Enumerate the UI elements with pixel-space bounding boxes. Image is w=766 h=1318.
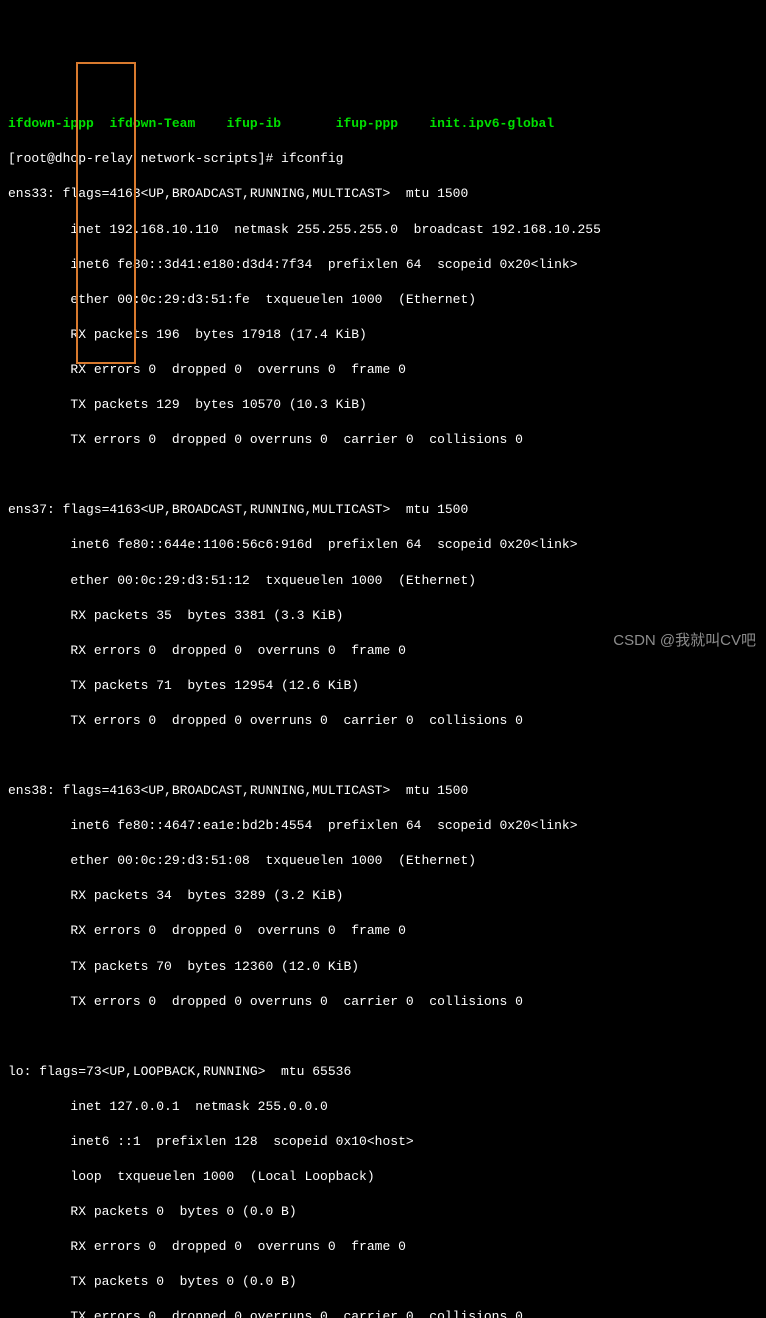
lo-tx-errors: TX errors 0 dropped 0 overruns 0 carrier… — [8, 1308, 758, 1318]
lo-header: lo: flags=73<UP,LOOPBACK,RUNNING> mtu 65… — [8, 1063, 758, 1081]
lo-rx-packets: RX packets 0 bytes 0 (0.0 B) — [8, 1203, 758, 1221]
ens37-tx-packets: TX packets 71 bytes 12954 (12.6 KiB) — [8, 677, 758, 695]
ens33-inet6: inet6 fe80::3d41:e180:d3d4:7f34 prefixle… — [8, 256, 758, 274]
ens33-inet: inet 192.168.10.110 netmask 255.255.255.… — [8, 221, 758, 239]
command-text: ifconfig — [281, 151, 343, 166]
file-ifup-ib: ifup-ib — [226, 116, 281, 131]
ens38-ether: ether 00:0c:29:d3:51:08 txqueuelen 1000 … — [8, 852, 758, 870]
lo-tx-packets: TX packets 0 bytes 0 (0.0 B) — [8, 1273, 758, 1291]
ens37-inet6: inet6 fe80::644e:1106:56c6:916d prefixle… — [8, 536, 758, 554]
ls-output-row: ifdown-ippp ifdown-Team ifup-ib ifup-ppp… — [8, 115, 758, 133]
ens33-rx-packets: RX packets 196 bytes 17918 (17.4 KiB) — [8, 326, 758, 344]
ens38-rx-packets: RX packets 34 bytes 3289 (3.2 KiB) — [8, 887, 758, 905]
ens38-rx-errors: RX errors 0 dropped 0 overruns 0 frame 0 — [8, 922, 758, 940]
lo-rx-errors: RX errors 0 dropped 0 overruns 0 frame 0 — [8, 1238, 758, 1256]
ens37-tx-errors: TX errors 0 dropped 0 overruns 0 carrier… — [8, 712, 758, 730]
ens33-tx-errors: TX errors 0 dropped 0 overruns 0 carrier… — [8, 431, 758, 449]
file-ifdown-ippp: ifdown-ippp — [8, 116, 94, 131]
prompt-text: [root@dhcp-relay network-scripts]# — [8, 151, 281, 166]
highlight-box — [76, 62, 136, 364]
watermark-text: CSDN @我就叫CV吧 — [613, 631, 756, 651]
ens38-inet6: inet6 fe80::4647:ea1e:bd2b:4554 prefixle… — [8, 817, 758, 835]
ens33-ether: ether 00:0c:29:d3:51:fe txqueuelen 1000 … — [8, 291, 758, 309]
ens33-rx-errors: RX errors 0 dropped 0 overruns 0 frame 0 — [8, 361, 758, 379]
ens33-header: ens33: flags=4163<UP,BROADCAST,RUNNING,M… — [8, 185, 758, 203]
ens38-tx-errors: TX errors 0 dropped 0 overruns 0 carrier… — [8, 993, 758, 1011]
blank-line — [8, 1028, 758, 1046]
ens37-rx-packets: RX packets 35 bytes 3381 (3.3 KiB) — [8, 607, 758, 625]
blank-line — [8, 747, 758, 765]
lo-inet: inet 127.0.0.1 netmask 255.0.0.0 — [8, 1098, 758, 1116]
file-ifdown-team: ifdown-Team — [109, 116, 195, 131]
ens38-tx-packets: TX packets 70 bytes 12360 (12.0 KiB) — [8, 958, 758, 976]
ens37-header: ens37: flags=4163<UP,BROADCAST,RUNNING,M… — [8, 501, 758, 519]
ens37-ether: ether 00:0c:29:d3:51:12 txqueuelen 1000 … — [8, 572, 758, 590]
lo-inet6: inet6 ::1 prefixlen 128 scopeid 0x10<hos… — [8, 1133, 758, 1151]
file-init-ipv6-global: init.ipv6-global — [429, 116, 554, 131]
prompt-line-1[interactable]: [root@dhcp-relay network-scripts]# ifcon… — [8, 150, 758, 168]
file-ifup-ppp: ifup-ppp — [336, 116, 398, 131]
blank-line — [8, 466, 758, 484]
ens38-header: ens38: flags=4163<UP,BROADCAST,RUNNING,M… — [8, 782, 758, 800]
lo-loop: loop txqueuelen 1000 (Local Loopback) — [8, 1168, 758, 1186]
ens33-tx-packets: TX packets 129 bytes 10570 (10.3 KiB) — [8, 396, 758, 414]
